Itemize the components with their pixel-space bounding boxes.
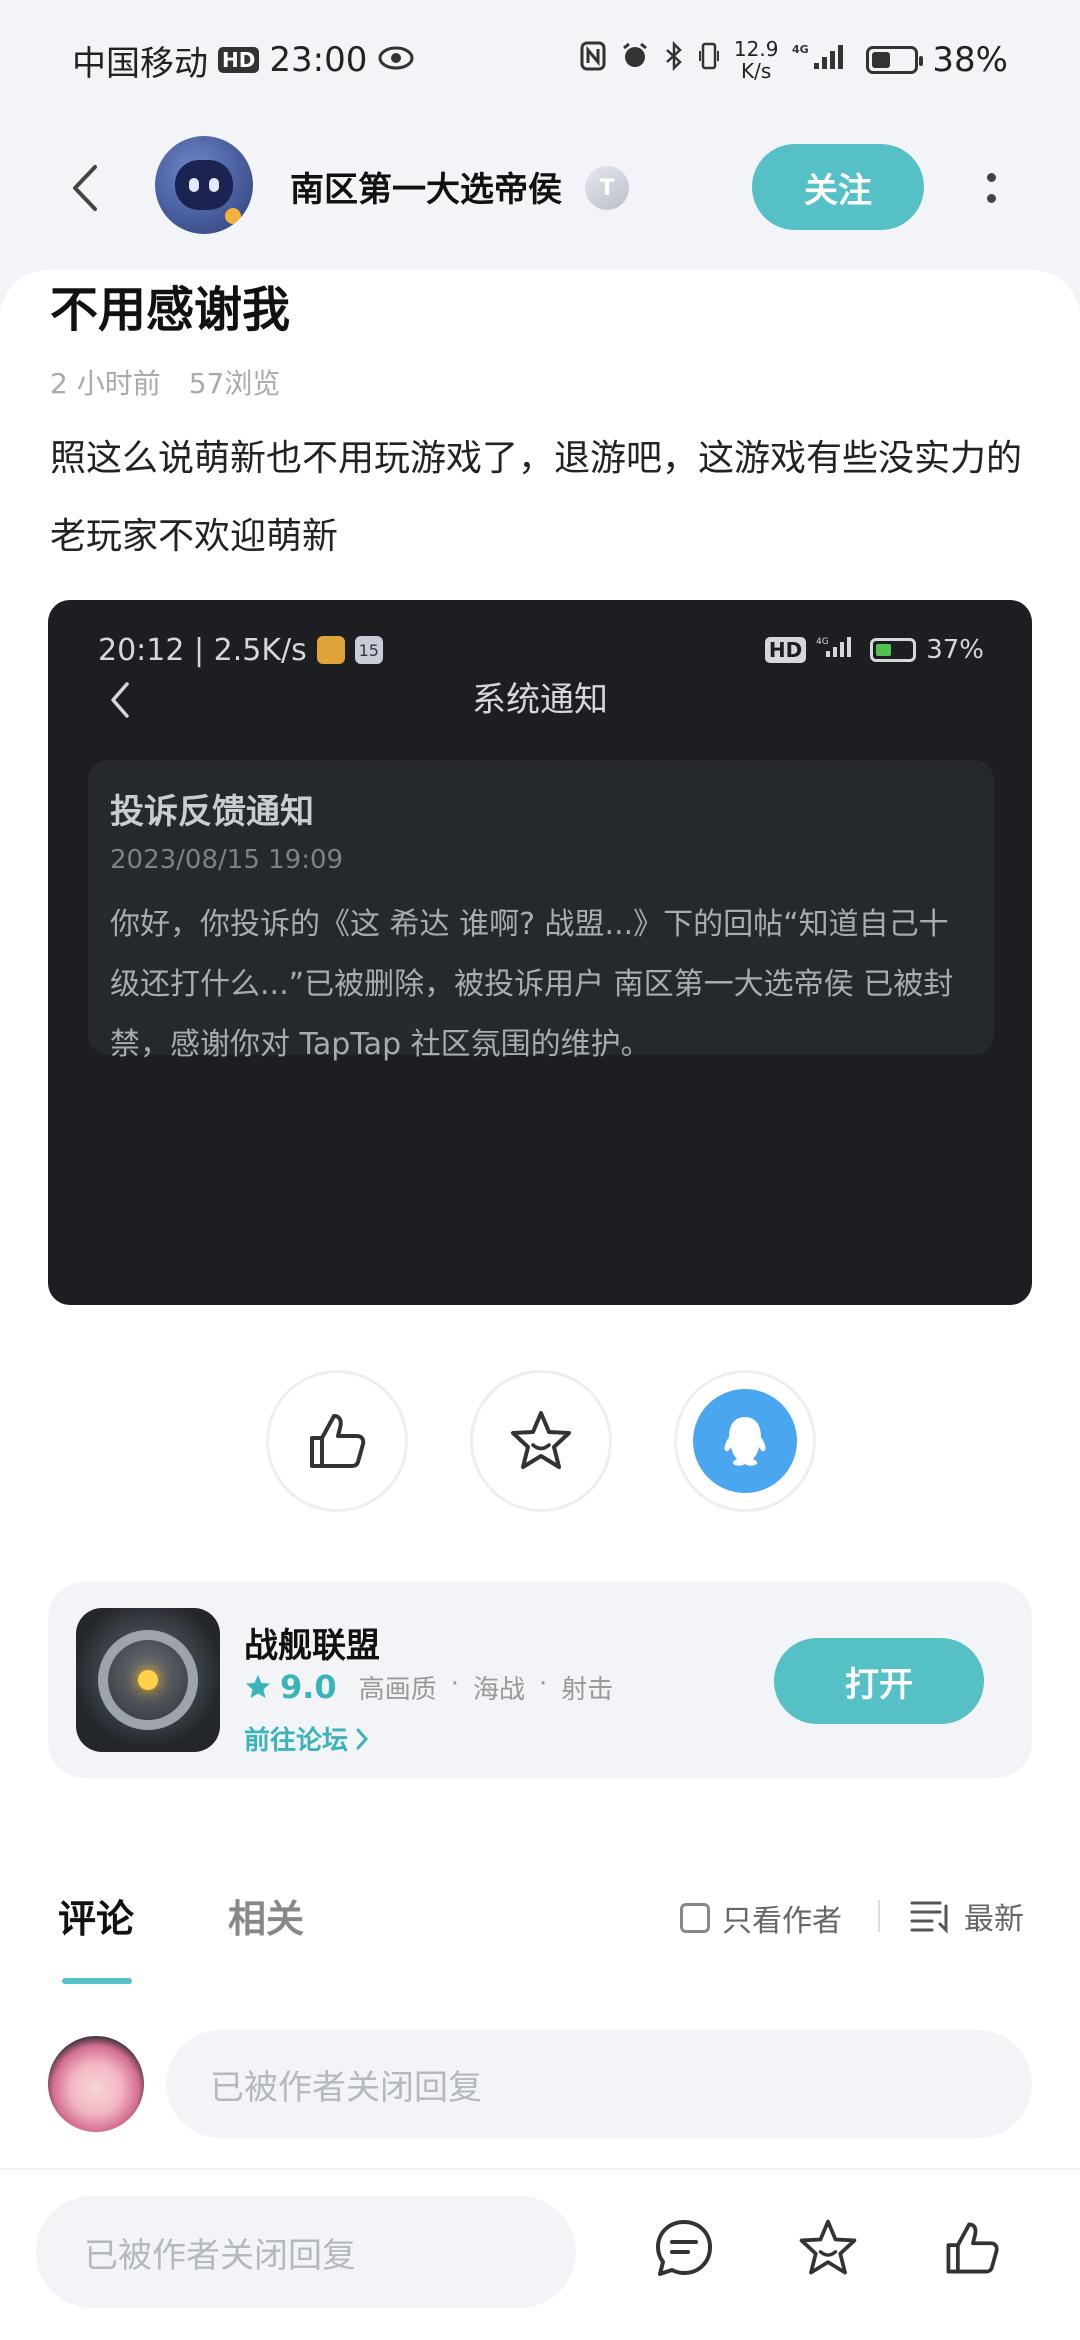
game-tags: 高画质 · 海战 · 射击	[359, 1669, 614, 1706]
qq-icon	[724, 1417, 766, 1466]
vibrate-icon	[698, 40, 720, 80]
tag-separator: ·	[538, 1668, 548, 1699]
alarm-icon	[620, 40, 650, 80]
chevron-right-icon	[356, 1728, 369, 1749]
net-speed-value: 12.9	[733, 37, 779, 61]
share-qq-button[interactable]	[674, 1370, 816, 1512]
star-icon	[511, 1411, 571, 1469]
post-title: 不用感谢我	[50, 282, 291, 338]
hd-badge: HD	[218, 47, 260, 73]
embed-nav-title: 系统通知	[472, 680, 608, 720]
nfc-icon	[580, 40, 606, 80]
embed-time: 20:12 | 2.5K/s	[98, 632, 307, 668]
bottom-bar: 已被作者关闭回复	[0, 2168, 1080, 2340]
follow-button[interactable]: 关注	[752, 144, 924, 230]
favorite-bottom-button[interactable]	[788, 2208, 868, 2288]
game-icon[interactable]	[76, 1608, 220, 1752]
like-button[interactable]	[266, 1370, 408, 1512]
eye-icon	[377, 40, 415, 80]
post-views: 57浏览	[188, 367, 281, 400]
carrier: 中国移动	[72, 43, 208, 84]
post-card: 不用感谢我 2 小时前 57浏览 照这么说萌新也不用玩游戏了，退游吧，这游戏有些…	[0, 270, 1080, 1840]
calendar-icon: 15	[354, 636, 383, 664]
net-speed-unit: K/s	[741, 59, 772, 83]
status-right: 12.9 K/s 4G 38%	[580, 38, 1008, 82]
chat-app-icon	[316, 636, 345, 664]
more-options-icon[interactable]	[966, 156, 1016, 220]
comment-button[interactable]	[644, 2208, 724, 2288]
battery-percent: 38%	[932, 40, 1008, 80]
game-score: 9.0	[280, 1668, 337, 1706]
post-body: 照这么说萌新也不用玩游戏了，退游吧，这游戏有些没实力的老玩家不欢迎萌新	[50, 438, 1023, 557]
game-card[interactable]: 战舰联盟 9.0 高画质 · 海战 · 射击 前往论坛 打开	[48, 1582, 1032, 1778]
bluetooth-icon	[664, 40, 684, 80]
author-name[interactable]: 南区第一大选帝侯	[290, 162, 562, 211]
tag-separator: ·	[450, 1668, 459, 1699]
sort-label: 最新	[964, 1902, 1024, 1937]
like-icon	[310, 1414, 366, 1468]
notice-title: 投诉反馈通知	[110, 792, 314, 832]
net-speed: 12.9 K/s	[734, 38, 779, 82]
only-author-filter[interactable]: 只看作者	[680, 1896, 842, 1940]
svg-text:4G: 4G	[816, 637, 829, 647]
back-arrow-icon	[73, 165, 97, 211]
forum-link[interactable]: 前往论坛	[244, 1720, 370, 1757]
bottom-reply-input[interactable]: 已被作者关闭回复	[36, 2196, 576, 2308]
game-name[interactable]: 战舰联盟	[244, 1618, 380, 1667]
like-bottom-button[interactable]	[932, 2208, 1012, 2288]
embed-status-bar: 20:12 | 2.5K/s 15 HD 4G 37%	[98, 630, 984, 670]
open-game-button[interactable]: 打开	[774, 1638, 984, 1724]
embed-battery-icon	[870, 638, 917, 662]
notice-card: 投诉反馈通知 2023/08/15 19:09 你好，你投诉的《这 希达 谁啊?…	[88, 760, 994, 1062]
game-tag: 射击	[561, 1674, 614, 1705]
back-button[interactable]	[54, 158, 114, 218]
game-tag: 海战	[472, 1674, 525, 1705]
tab-comments[interactable]: 评论	[58, 1888, 134, 1943]
comment-section: 评论 相关 只看作者 最新 已被作者关闭回复	[0, 1838, 1080, 2168]
star-icon	[799, 2219, 857, 2275]
tab-related[interactable]: 相关	[228, 1888, 304, 1943]
status-bar: 中国移动 HD 23:00 12.9 K/s 4G 38%	[0, 0, 1080, 120]
status-left: 中国移动 HD 23:00	[72, 36, 415, 85]
favorite-button[interactable]	[470, 1370, 612, 1512]
level-badge: T	[585, 166, 629, 210]
sort-button[interactable]: 最新	[910, 1894, 1024, 1938]
tab-indicator	[62, 1978, 132, 1984]
post-image[interactable]: 20:12 | 2.5K/s 15 HD 4G 37% 系统通知 投诉反馈通知 …	[48, 600, 1032, 1305]
post-header: 南区第一大选帝侯 T 关注	[0, 130, 1080, 250]
game-rating-row: 9.0 高画质 · 海战 · 射击	[244, 1668, 613, 1706]
svg-text:4G: 4G	[792, 43, 809, 56]
post-meta: 2 小时前 57浏览	[50, 362, 280, 402]
sort-icon	[910, 1901, 948, 1934]
notice-date: 2023/08/15 19:09	[110, 845, 344, 875]
only-author-checkbox[interactable]	[680, 1903, 710, 1933]
post-time: 2 小时前	[50, 367, 161, 400]
embed-signal-icon: 4G	[816, 635, 860, 666]
embed-hd-badge: HD	[764, 637, 807, 663]
battery-icon	[866, 46, 924, 74]
notice-text: 你好，你投诉的《这 希达 谁啊? 战盟...》下的回帖“知道自己十级还打什么..…	[110, 907, 954, 1062]
author-avatar[interactable]	[155, 136, 253, 234]
game-tag: 高画质	[358, 1674, 437, 1705]
embed-battery-percent: 37%	[926, 635, 984, 665]
signal-icon: 4G	[792, 40, 852, 80]
filter-divider	[878, 1900, 880, 1932]
only-author-label: 只看作者	[722, 1904, 842, 1939]
rating-star-icon	[246, 1675, 270, 1698]
like-icon	[946, 2222, 999, 2274]
forum-link-label: 前往论坛	[244, 1726, 349, 1756]
comment-icon	[656, 2220, 712, 2276]
reply-input[interactable]: 已被作者关闭回复	[166, 2030, 1032, 2138]
clock: 23:00	[269, 40, 368, 80]
my-avatar	[48, 2036, 144, 2132]
